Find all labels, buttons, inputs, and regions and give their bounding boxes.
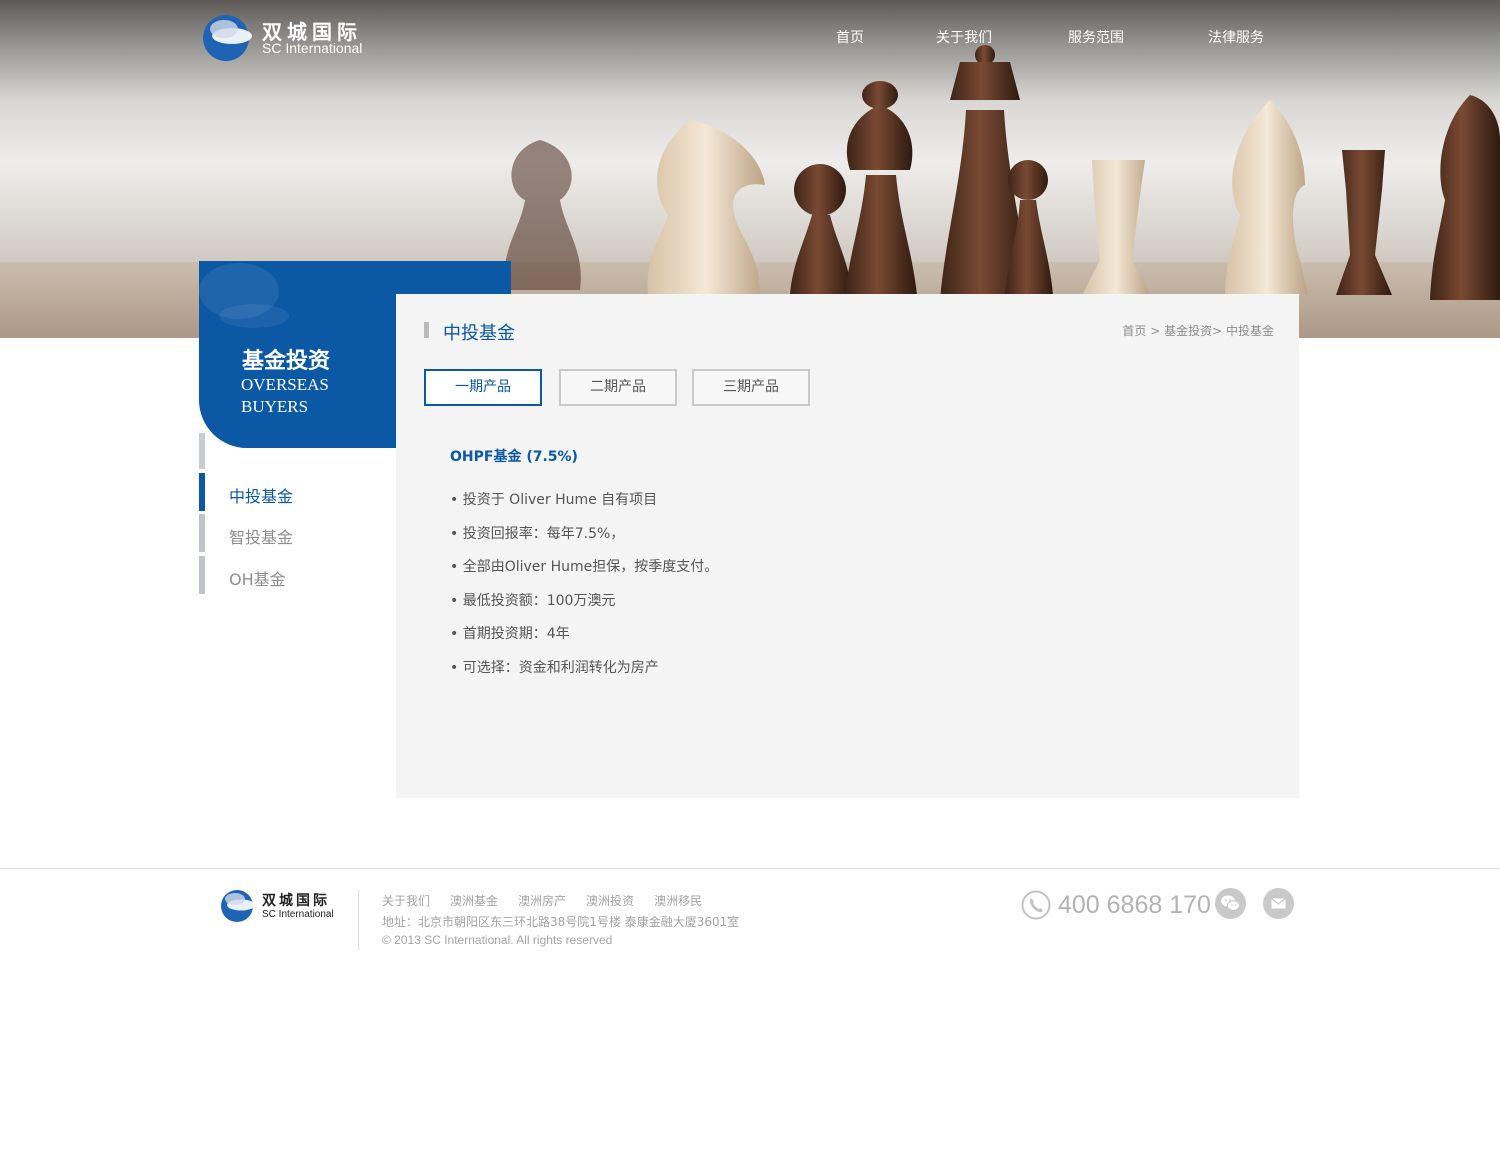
breadcrumb-fund[interactable]: 基金投资 — [1164, 324, 1212, 338]
product-features: 投资于 Oliver Hume 自有项目 投资回报率：每年7.5%， 全部由Ol… — [450, 489, 719, 691]
product-title: OHPF基金 (7.5%) — [450, 449, 578, 465]
tab-phase-3[interactable]: 三期产品 — [692, 369, 810, 406]
footer-link-immigration[interactable]: 澳洲移民 — [654, 894, 702, 908]
tab-phase-1[interactable]: 一期产品 — [424, 369, 542, 406]
list-item: 投资于 Oliver Hume 自有项目 — [450, 489, 718, 523]
footer-vertical-divider — [358, 890, 359, 950]
breadcrumb-current: 中投基金 — [1225, 324, 1274, 338]
logo-globe-icon — [221, 890, 255, 922]
sidebar-title: 基金投资 — [242, 349, 331, 374]
footer-link-investment[interactable]: 澳洲投资 — [586, 894, 634, 908]
breadcrumb-home[interactable]: 首页 — [1122, 324, 1146, 338]
list-item: 投资回报率：每年7.5%， — [450, 523, 718, 557]
sidebar-item-zhitou[interactable]: 智投基金 — [199, 514, 395, 552]
footer-logo-text-cn: 双城国际 — [262, 893, 330, 909]
list-item: 首期投资期：4年 — [450, 623, 718, 657]
nav-services[interactable]: 服务范围 — [1068, 27, 1124, 47]
sidebar-item-zhongtou[interactable]: 中投基金 — [199, 473, 395, 511]
nav-home[interactable]: 首页 — [836, 27, 864, 47]
breadcrumb-separator: > — [1212, 324, 1226, 338]
footer-link-property[interactable]: 澳洲房产 — [518, 894, 566, 908]
sidebar-item-label: 中投基金 — [229, 487, 294, 506]
list-item: 最低投资额：100万澳元 — [450, 590, 718, 624]
list-item: 可选择：资金和利润转化为房产 — [450, 657, 718, 691]
sidebar-item-oh[interactable]: OH基金 — [199, 556, 395, 594]
breadcrumb-separator: > — [1146, 324, 1165, 338]
nav-legal[interactable]: 法律服务 — [1208, 27, 1264, 47]
content-panel: 中投基金 首页 > 基金投资> 中投基金 一期产品 二期产品 三期产品 OHPF… — [396, 294, 1299, 798]
sidebar-item-label: OH基金 — [229, 570, 286, 589]
footer-divider — [0, 868, 1500, 869]
tab-phase-2[interactable]: 二期产品 — [559, 369, 677, 406]
sidebar-item-label: 智投基金 — [229, 528, 294, 547]
title-marker — [424, 322, 429, 338]
phone-icon — [1021, 890, 1051, 920]
breadcrumb: 首页 > 基金投资> 中投基金 — [1122, 322, 1274, 339]
list-item: 全部由Oliver Hume担保，按季度支付。 — [450, 556, 719, 590]
footer-links: 关于我们 澳洲基金 澳洲房产 澳洲投资 澳洲移民 — [382, 892, 722, 909]
wechat-button[interactable] — [1215, 888, 1246, 919]
page-title: 中投基金 — [443, 323, 515, 344]
nav-about[interactable]: 关于我们 — [936, 27, 992, 47]
footer-link-fund[interactable]: 澳洲基金 — [450, 894, 498, 908]
sidebar-spacer — [199, 433, 205, 469]
footer-link-about[interactable]: 关于我们 — [382, 894, 430, 908]
mail-icon — [1271, 898, 1286, 909]
footer-phone-number: 400 6868 170 — [1058, 891, 1211, 919]
footer-logo-text-en: SC International — [262, 909, 334, 920]
logo-globe-icon — [203, 15, 252, 61]
footer-logo[interactable]: 双城国际 SC International — [220, 888, 340, 924]
mail-button[interactable] — [1263, 888, 1294, 919]
brand-logo[interactable]: 双城国际 SC International — [202, 12, 372, 64]
footer-address: 地址：北京市朝阳区东三环北路38号院1号楼 泰康金融大厦3601室 — [382, 915, 740, 929]
logo-text-en: SC International — [262, 40, 363, 56]
sidebar-subtitle: OVERSEAS BUYERS — [241, 375, 329, 416]
footer-copyright: © 2013 SC International. All rights rese… — [382, 933, 613, 947]
wechat-icon — [1221, 895, 1240, 911]
